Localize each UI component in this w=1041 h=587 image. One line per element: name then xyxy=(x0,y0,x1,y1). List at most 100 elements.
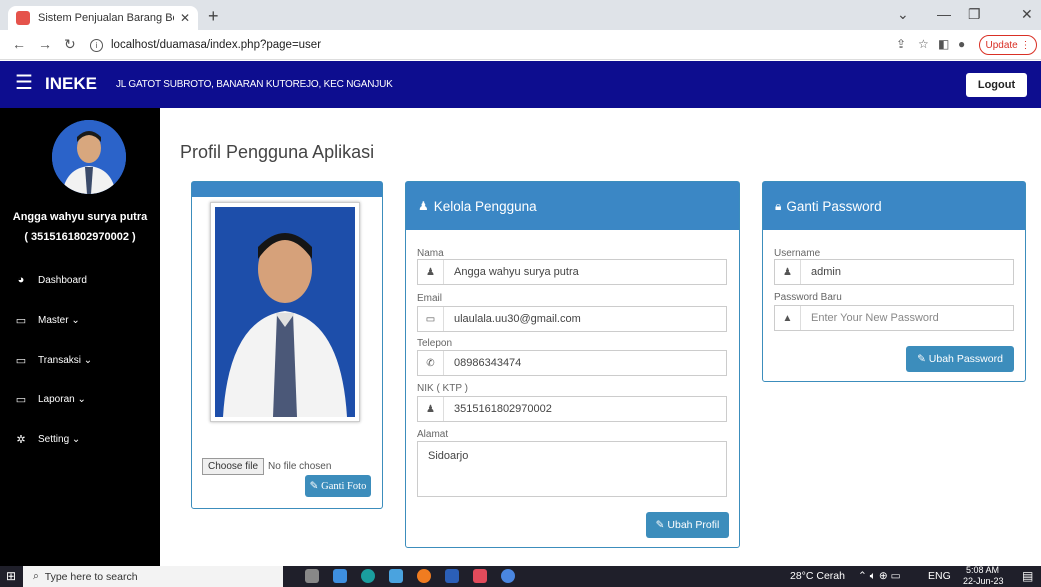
ganti-password-panel: 🔒︎ Ganti Password Username ♟ admin Passwor… xyxy=(762,181,1026,382)
user-icon: ♟ xyxy=(418,199,429,213)
browser-tab[interactable]: Sistem Penjualan Barang Berbasi ✕ xyxy=(8,6,198,30)
page-title: Profil Pengguna Aplikasi xyxy=(180,142,375,162)
browser-tab-bar: Sistem Penjualan Barang Berbasi ✕ + ⌄ — … xyxy=(0,0,1041,30)
search-icon: ⌕ xyxy=(33,570,39,582)
nama-field[interactable]: ♟ Angga wahyu surya putra xyxy=(417,259,727,285)
user-icon: ♟ xyxy=(418,397,444,421)
ubah-profil-button[interactable]: ✎ Ubah Profil xyxy=(646,512,729,538)
main-content: Profil Pengguna Aplikasi Choose file No … xyxy=(160,108,1041,566)
notification-icon[interactable]: ▤ xyxy=(1022,569,1033,583)
new-tab-icon[interactable]: + xyxy=(208,6,219,26)
ganti-foto-button[interactable]: ✎ Ganti Foto xyxy=(305,475,371,497)
forward-icon[interactable]: → xyxy=(38,36,52,52)
menu-toggle-icon[interactable]: ☰ xyxy=(15,72,33,94)
bookmark-star-icon[interactable]: ☆ xyxy=(918,37,929,51)
task-view-icon[interactable] xyxy=(305,569,319,583)
photo-panel: Choose file No file chosen ✎ Ganti Foto xyxy=(191,181,383,509)
top-navbar: ☰ INEKE JL GATOT SUBROTO, BANARAN KUTORE… xyxy=(0,61,1041,108)
windows-taskbar: ⊞ ⌕ Type here to search 28°C Cerah ⌃ 🔈︎ … xyxy=(0,565,1041,587)
clock-time[interactable]: 5:08 AM xyxy=(966,565,999,575)
minimize-icon[interactable]: — xyxy=(937,6,951,22)
lock-icon: 🔒︎ xyxy=(775,198,782,213)
windows-start-icon[interactable]: ⊞ xyxy=(6,569,16,583)
lock-icon: ▲ xyxy=(775,306,801,330)
user-icon: ♟ xyxy=(775,260,801,284)
kelola-pengguna-panel: ♟ Kelola Pengguna Nama ♟ Angga wahyu surya… xyxy=(405,181,740,548)
monitor-icon: ▭ xyxy=(15,355,27,367)
opera-icon[interactable] xyxy=(417,569,431,583)
url-text: localhost/duamasa/index.php?page=user xyxy=(111,39,322,51)
password-panel-header: 🔒︎ Ganti Password xyxy=(763,182,1025,230)
email-field[interactable]: ▭ ulaulala.uu30@gmail.com xyxy=(417,306,727,332)
monitor-icon: ▭ xyxy=(15,315,27,327)
monitor-icon: ▭ xyxy=(15,394,27,406)
photo-panel-header xyxy=(192,182,382,197)
sidebar-item-laporan[interactable]: ▭ Laporan ⌄ xyxy=(14,393,86,406)
username-field[interactable]: ♟ admin xyxy=(774,259,1014,285)
alamat-label: Alamat xyxy=(417,429,449,440)
file-explorer-icon[interactable] xyxy=(333,569,347,583)
sidebar: Angga wahyu surya putra ( 35151618029700… xyxy=(0,108,160,566)
clock-date[interactable]: 22-Jun-23 xyxy=(963,576,1004,586)
telepon-field[interactable]: ✆ 08986343474 xyxy=(417,350,727,376)
chrome-icon[interactable] xyxy=(501,569,515,583)
phone-icon: ✆ xyxy=(418,351,444,375)
brand-name[interactable]: INEKE xyxy=(45,74,97,94)
sidebar-item-transaksi[interactable]: ▭ Transaksi ⌄ xyxy=(14,354,92,367)
sidepanel-icon[interactable]: ◧ xyxy=(938,37,949,51)
no-file-text: No file chosen xyxy=(268,461,332,472)
maximize-icon[interactable]: ❐ xyxy=(968,6,981,23)
new-password-field[interactable]: ▲ Enter Your New Password xyxy=(774,305,1014,331)
sidebar-item-dashboard[interactable]: ◕ Dashboard xyxy=(14,274,87,286)
favicon-icon xyxy=(16,11,30,25)
password-baru-label: Password Baru xyxy=(774,292,842,303)
username-label: Username xyxy=(774,248,821,259)
nik-label: NIK ( KTP ) xyxy=(417,383,468,394)
url-field[interactable]: i localhost/duamasa/index.php?page=user xyxy=(90,34,870,56)
tray-icons[interactable]: ⌃ 🔈︎ ⊕ ▭ xyxy=(858,570,901,583)
nik-field[interactable]: ♟ 3515161802970002 xyxy=(417,396,727,422)
kelola-panel-header: ♟ Kelola Pengguna xyxy=(406,182,739,230)
alamat-textarea[interactable]: Sidoarjo xyxy=(417,441,727,497)
pencil-icon: ✎ xyxy=(917,353,926,365)
app-icon[interactable] xyxy=(473,569,487,583)
back-icon[interactable]: ← xyxy=(12,36,26,52)
edge-icon[interactable] xyxy=(361,569,375,583)
share-icon[interactable]: ⇪ xyxy=(896,37,906,51)
envelope-icon: ▭ xyxy=(418,307,444,331)
taskbar-search[interactable]: ⌕ Type here to search xyxy=(23,566,283,587)
gear-icon: ✲ xyxy=(16,434,26,446)
user-name: Angga wahyu surya putra xyxy=(12,211,148,223)
close-tab-icon[interactable]: ✕ xyxy=(180,11,190,25)
ubah-password-button[interactable]: ✎ Ubah Password xyxy=(906,346,1014,372)
address-bar: ← → ↻ i localhost/duamasa/index.php?page… xyxy=(0,30,1041,60)
telepon-label: Telepon xyxy=(417,338,453,349)
word-icon[interactable] xyxy=(445,569,459,583)
sidebar-item-master[interactable]: ▭ Master ⌄ xyxy=(14,314,80,327)
nama-label: Nama xyxy=(417,248,444,259)
pencil-icon: ✎ xyxy=(655,519,665,531)
file-input[interactable]: Choose file No file chosen xyxy=(202,458,331,475)
language-indicator[interactable]: ENG xyxy=(928,570,951,582)
close-window-icon[interactable]: ✕ xyxy=(1021,6,1033,23)
user-icon: ♟ xyxy=(418,260,444,284)
dashboard-icon: ◕ xyxy=(17,274,25,286)
profile-photo xyxy=(215,207,355,417)
info-icon[interactable]: i xyxy=(90,38,103,52)
update-button[interactable]: Update ⋮ xyxy=(979,35,1037,55)
profile-icon[interactable]: ● xyxy=(958,37,965,51)
sidebar-item-setting[interactable]: ✲ Setting ⌄ xyxy=(14,433,80,446)
store-address: JL GATOT SUBROTO, BANARAN KUTOREJO, KEC … xyxy=(116,79,393,90)
profile-photo-frame xyxy=(210,202,360,422)
email-label: Email xyxy=(417,293,443,304)
tab-title: Sistem Penjualan Barang Berbasi xyxy=(38,12,174,24)
avatar xyxy=(52,120,126,194)
choose-file-button[interactable]: Choose file xyxy=(202,458,265,475)
tab-list-icon[interactable]: ⌄ xyxy=(897,6,909,23)
reload-icon[interactable]: ↻ xyxy=(64,36,76,53)
pencil-icon: ✎ xyxy=(309,481,319,492)
store-icon[interactable] xyxy=(389,569,403,583)
weather-text[interactable]: 28°C Cerah xyxy=(790,570,845,582)
logout-button[interactable]: Logout xyxy=(966,73,1027,97)
user-nik: ( 3515161802970002 ) xyxy=(24,231,136,243)
